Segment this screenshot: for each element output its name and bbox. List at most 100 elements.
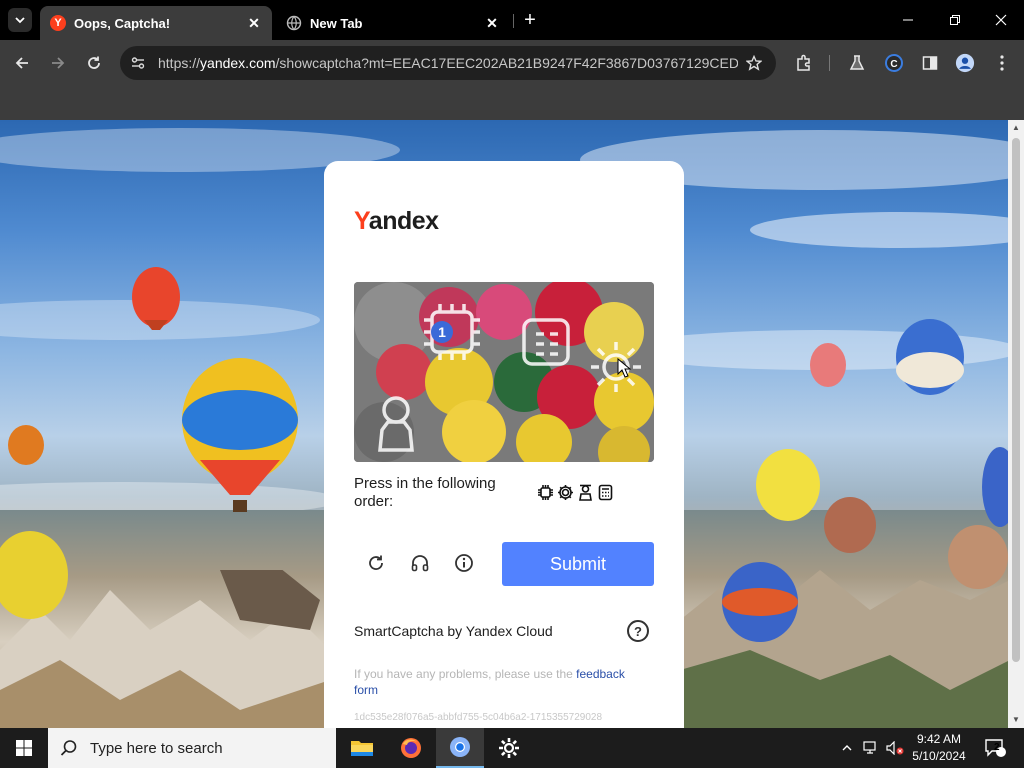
balloon-small-left (8, 425, 44, 465)
captcha-image[interactable]: 1 (354, 282, 654, 462)
calculator-icon (596, 483, 614, 501)
tray-chevron-up-icon[interactable] (838, 728, 856, 768)
system-clock[interactable]: 9:42 AM 5/10/2024 (904, 731, 974, 765)
balloon-yellow-left (0, 531, 68, 619)
info-button[interactable] (452, 551, 476, 575)
svg-text:1: 1 (438, 324, 446, 340)
windows-logo-icon (16, 740, 32, 756)
scroll-up-icon[interactable]: ▲ (1012, 124, 1020, 132)
balloon-blue-striped (722, 562, 798, 642)
tab-close-icon[interactable]: ✕ (246, 15, 262, 31)
close-window-button[interactable] (989, 8, 1013, 32)
refresh-icon (369, 555, 383, 570)
url-text[interactable]: https://yandex.com/showcaptcha?mt=EEAC17… (158, 55, 738, 71)
problems-text: If you have any problems, please use the… (354, 667, 625, 697)
file-explorer-button[interactable] (338, 728, 386, 768)
tab-close-icon[interactable]: ✕ (484, 15, 500, 31)
restore-button[interactable] (943, 8, 967, 32)
page-scrollbar[interactable]: ▲ ▼ (1008, 120, 1024, 728)
captcha-card: Yandex 1 Press in the following order: S… (324, 161, 684, 728)
scroll-thumb[interactable] (1012, 138, 1020, 662)
tab-title: Oops, Captcha! (74, 15, 171, 31)
reload-icon (88, 56, 100, 69)
search-icon (60, 740, 77, 756)
extension-c-icon[interactable]: C (884, 53, 904, 73)
bookmarks-bar (0, 86, 1024, 120)
labs-flask-icon[interactable] (847, 53, 867, 73)
provider-label: SmartCaptcha by Yandex Cloud (354, 623, 553, 639)
gear-icon (556, 483, 574, 501)
balloon-far-right (982, 447, 1008, 527)
chip-icon (536, 483, 554, 501)
new-tab-button[interactable]: + (520, 10, 540, 30)
help-icon[interactable]: ? (627, 620, 649, 642)
network-icon[interactable] (860, 728, 882, 768)
address-bar[interactable]: https://yandex.com/showcaptcha?mt=EEAC17… (120, 46, 776, 80)
svg-text:C: C (890, 59, 897, 70)
info-icon (455, 554, 473, 572)
side-panel-icon[interactable] (920, 53, 940, 73)
audio-button[interactable] (408, 551, 432, 575)
balloon-brown (824, 497, 876, 553)
firefox-button[interactable] (387, 728, 435, 768)
minimize-icon (903, 19, 913, 21)
back-button[interactable] (10, 51, 34, 75)
balloon-pink (810, 343, 846, 387)
chevron-down-icon (15, 17, 25, 24)
balloon-tan-right (948, 525, 1008, 589)
scroll-down-icon[interactable]: ▼ (1012, 716, 1020, 724)
profile-avatar-icon[interactable] (955, 53, 975, 73)
number-badge: 1 (431, 321, 453, 343)
menu-kebab-icon[interactable] (992, 53, 1012, 73)
page-viewport: Yandex 1 Press in the following order: S… (0, 120, 1008, 728)
chrome-button[interactable] (436, 728, 484, 768)
firefox-icon (401, 738, 421, 758)
windows-taskbar: Type here to search 9:42 AM 5/10/2024 2 (0, 728, 1024, 768)
headphones-icon (411, 555, 429, 572)
taskbar-search[interactable]: Type here to search (48, 728, 336, 768)
balloon-rainbow-large (182, 358, 298, 512)
tab-search-button[interactable] (8, 8, 32, 32)
minimize-button[interactable] (896, 8, 920, 32)
yandex-logo: Yandex (354, 207, 439, 235)
tab-new-tab[interactable]: New Tab ✕ (276, 6, 510, 40)
search-placeholder: Type here to search (90, 739, 223, 757)
tab-captcha[interactable]: Y Oops, Captcha! ✕ (40, 6, 272, 40)
extensions-icon[interactable] (794, 53, 814, 73)
restore-icon (950, 15, 960, 25)
tab-divider (513, 14, 514, 28)
tab-bar: Y Oops, Captcha! ✕ New Tab ✕ + (0, 0, 1024, 40)
close-icon (995, 14, 1007, 26)
balloon-blue-white (896, 319, 964, 395)
balloon-red (132, 267, 180, 330)
captcha-flowers: 1 (354, 282, 654, 462)
folder-icon (351, 741, 373, 756)
order-icons (536, 483, 614, 501)
captcha-instruction: Press in the following order: (354, 475, 496, 510)
request-hash: 1dc535e28f076a5-abbfd755-5c04b6a2-171535… (354, 712, 603, 723)
notification-count: 2 (994, 742, 1000, 753)
forward-button[interactable] (46, 51, 70, 75)
reload-button[interactable] (82, 51, 106, 75)
arrow-right-icon (52, 57, 65, 69)
browser-toolbar: https://yandex.com/showcaptcha?mt=EEAC17… (0, 40, 1024, 86)
globe-icon (286, 15, 302, 31)
chrome-icon (450, 737, 470, 757)
clock-date: 5/10/2024 (912, 749, 966, 763)
clock-time: 9:42 AM (916, 732, 962, 746)
refresh-button[interactable] (364, 551, 388, 575)
volume-muted-icon[interactable] (884, 728, 906, 768)
start-button[interactable] (0, 728, 48, 768)
gear-icon (499, 738, 519, 758)
yandex-icon: Y (50, 15, 66, 31)
balloon-yellow-right (756, 449, 820, 521)
submit-button[interactable]: Submit (502, 542, 654, 586)
site-info-icon[interactable] (128, 53, 148, 73)
person-icon (576, 483, 594, 501)
toolbar-divider (829, 55, 830, 71)
arrow-left-icon (15, 57, 28, 69)
settings-button[interactable] (485, 728, 533, 768)
bookmark-star-icon[interactable] (744, 53, 764, 73)
notifications-button[interactable]: 2 (980, 728, 1010, 768)
tab-title: New Tab (310, 15, 363, 31)
